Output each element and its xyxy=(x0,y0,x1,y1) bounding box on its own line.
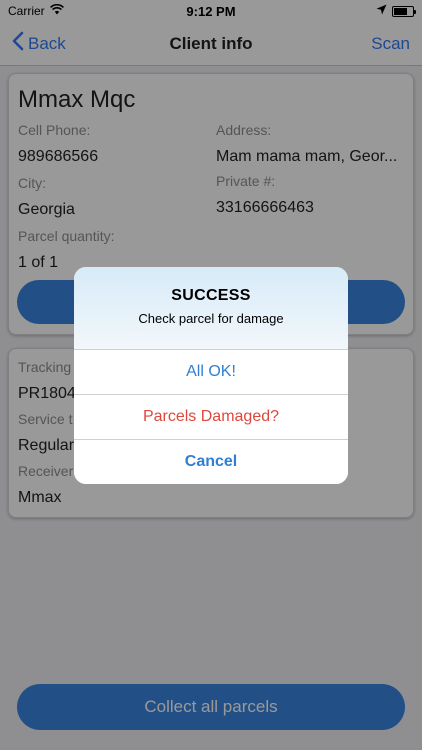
alert-header: SUCCESS Check parcel for damage xyxy=(74,267,348,349)
alert-message: Check parcel for damage xyxy=(138,311,284,326)
all-ok-button[interactable]: All OK! xyxy=(74,349,348,394)
parcels-damaged-button[interactable]: Parcels Damaged? xyxy=(74,394,348,439)
alert-title: SUCCESS xyxy=(171,287,251,304)
success-alert: SUCCESS Check parcel for damage All OK! … xyxy=(74,267,348,484)
cancel-button[interactable]: Cancel xyxy=(74,439,348,484)
